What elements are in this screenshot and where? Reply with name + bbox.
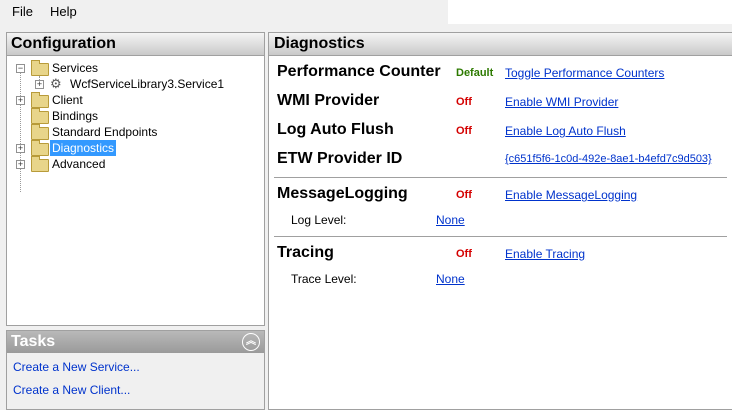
expand-icon[interactable]: + xyxy=(35,80,44,89)
configuration-panel: Configuration − Services + ⚙ WcfServiceL… xyxy=(6,32,265,326)
tasks-title: Tasks xyxy=(11,333,56,350)
separator xyxy=(274,236,727,237)
menu-bar: File Help xyxy=(0,0,732,24)
folder-icon xyxy=(31,60,49,76)
trace-level-value-link[interactable]: None xyxy=(436,272,465,286)
folder-icon xyxy=(31,156,49,172)
collapse-chevron-icon[interactable]: ︽ xyxy=(242,333,260,351)
etw-provider-id-link[interactable]: {c651f5f6-1c0d-492e-8ae1-b4efd7c9d503} xyxy=(505,153,712,165)
tree-item-service1[interactable]: + ⚙ WcfServiceLibrary3.Service1 xyxy=(7,76,257,92)
create-client-link[interactable]: Create a New Client... xyxy=(13,383,130,397)
collapse-icon[interactable]: − xyxy=(16,64,25,73)
folder-icon xyxy=(31,140,49,156)
menu-file[interactable]: File xyxy=(12,4,33,19)
tree-label: WcfServiceLibrary3.Service1 xyxy=(70,77,225,91)
tracing-label: Tracing xyxy=(277,244,334,261)
folder-icon xyxy=(31,108,49,124)
enable-message-logging-link[interactable]: Enable MessageLogging xyxy=(505,188,637,202)
expand-icon[interactable]: + xyxy=(16,160,25,169)
tree-item-bindings[interactable]: Bindings xyxy=(7,108,257,124)
folder-icon xyxy=(31,92,49,108)
expand-icon[interactable]: + xyxy=(16,144,25,153)
enable-wmi-provider-link[interactable]: Enable WMI Provider xyxy=(505,95,618,109)
menu-help[interactable]: Help xyxy=(50,4,77,19)
menu-blank-area xyxy=(448,0,732,24)
separator xyxy=(274,177,727,178)
diagnostics-panel: Diagnostics Performance Counter Default … xyxy=(268,32,732,410)
tree-item-services[interactable]: − Services xyxy=(7,60,257,76)
expand-icon[interactable]: + xyxy=(16,96,25,105)
tracing-status: Off xyxy=(456,248,472,260)
tree-label: Bindings xyxy=(52,109,99,123)
performance-counter-status: Default xyxy=(456,67,494,79)
tree-label: Services xyxy=(52,61,99,75)
toggle-performance-counters-link[interactable]: Toggle Performance Counters xyxy=(505,66,664,80)
tree-item-standard-endpoints[interactable]: Standard Endpoints xyxy=(7,124,257,140)
diagnostics-header: Diagnostics xyxy=(269,33,732,56)
tasks-panel: Tasks ︽ Create a New Service... Create a… xyxy=(6,330,265,410)
tree-item-advanced[interactable]: + Advanced xyxy=(7,156,257,172)
folder-icon xyxy=(31,124,49,140)
log-auto-flush-status: Off xyxy=(456,125,472,137)
wmi-provider-label: WMI Provider xyxy=(277,92,380,109)
service-gear-icon: ⚙ xyxy=(50,76,62,91)
message-logging-label: MessageLogging xyxy=(277,185,408,202)
wmi-provider-status: Off xyxy=(456,96,472,108)
create-service-link[interactable]: Create a New Service... xyxy=(13,360,140,374)
tree-label: Diagnostics xyxy=(50,140,117,156)
tree-label: Standard Endpoints xyxy=(52,125,158,139)
tree-label: Client xyxy=(52,93,83,107)
enable-tracing-link[interactable]: Enable Tracing xyxy=(505,247,585,261)
log-auto-flush-label: Log Auto Flush xyxy=(277,121,394,138)
etw-provider-id-label: ETW Provider ID xyxy=(277,150,403,167)
tree-item-client[interactable]: + Client xyxy=(7,92,257,108)
tree-item-diagnostics[interactable]: + Diagnostics xyxy=(7,140,257,156)
performance-counter-label: Performance Counter xyxy=(277,63,441,80)
message-logging-status: Off xyxy=(456,189,472,201)
log-level-value-link[interactable]: None xyxy=(436,213,465,227)
log-level-label: Log Level: xyxy=(291,213,347,227)
configuration-header: Configuration xyxy=(7,33,264,56)
enable-log-auto-flush-link[interactable]: Enable Log Auto Flush xyxy=(505,124,626,138)
tree-label: Advanced xyxy=(52,157,106,171)
trace-level-label: Trace Level: xyxy=(291,272,357,286)
tasks-header: Tasks ︽ xyxy=(7,331,264,353)
